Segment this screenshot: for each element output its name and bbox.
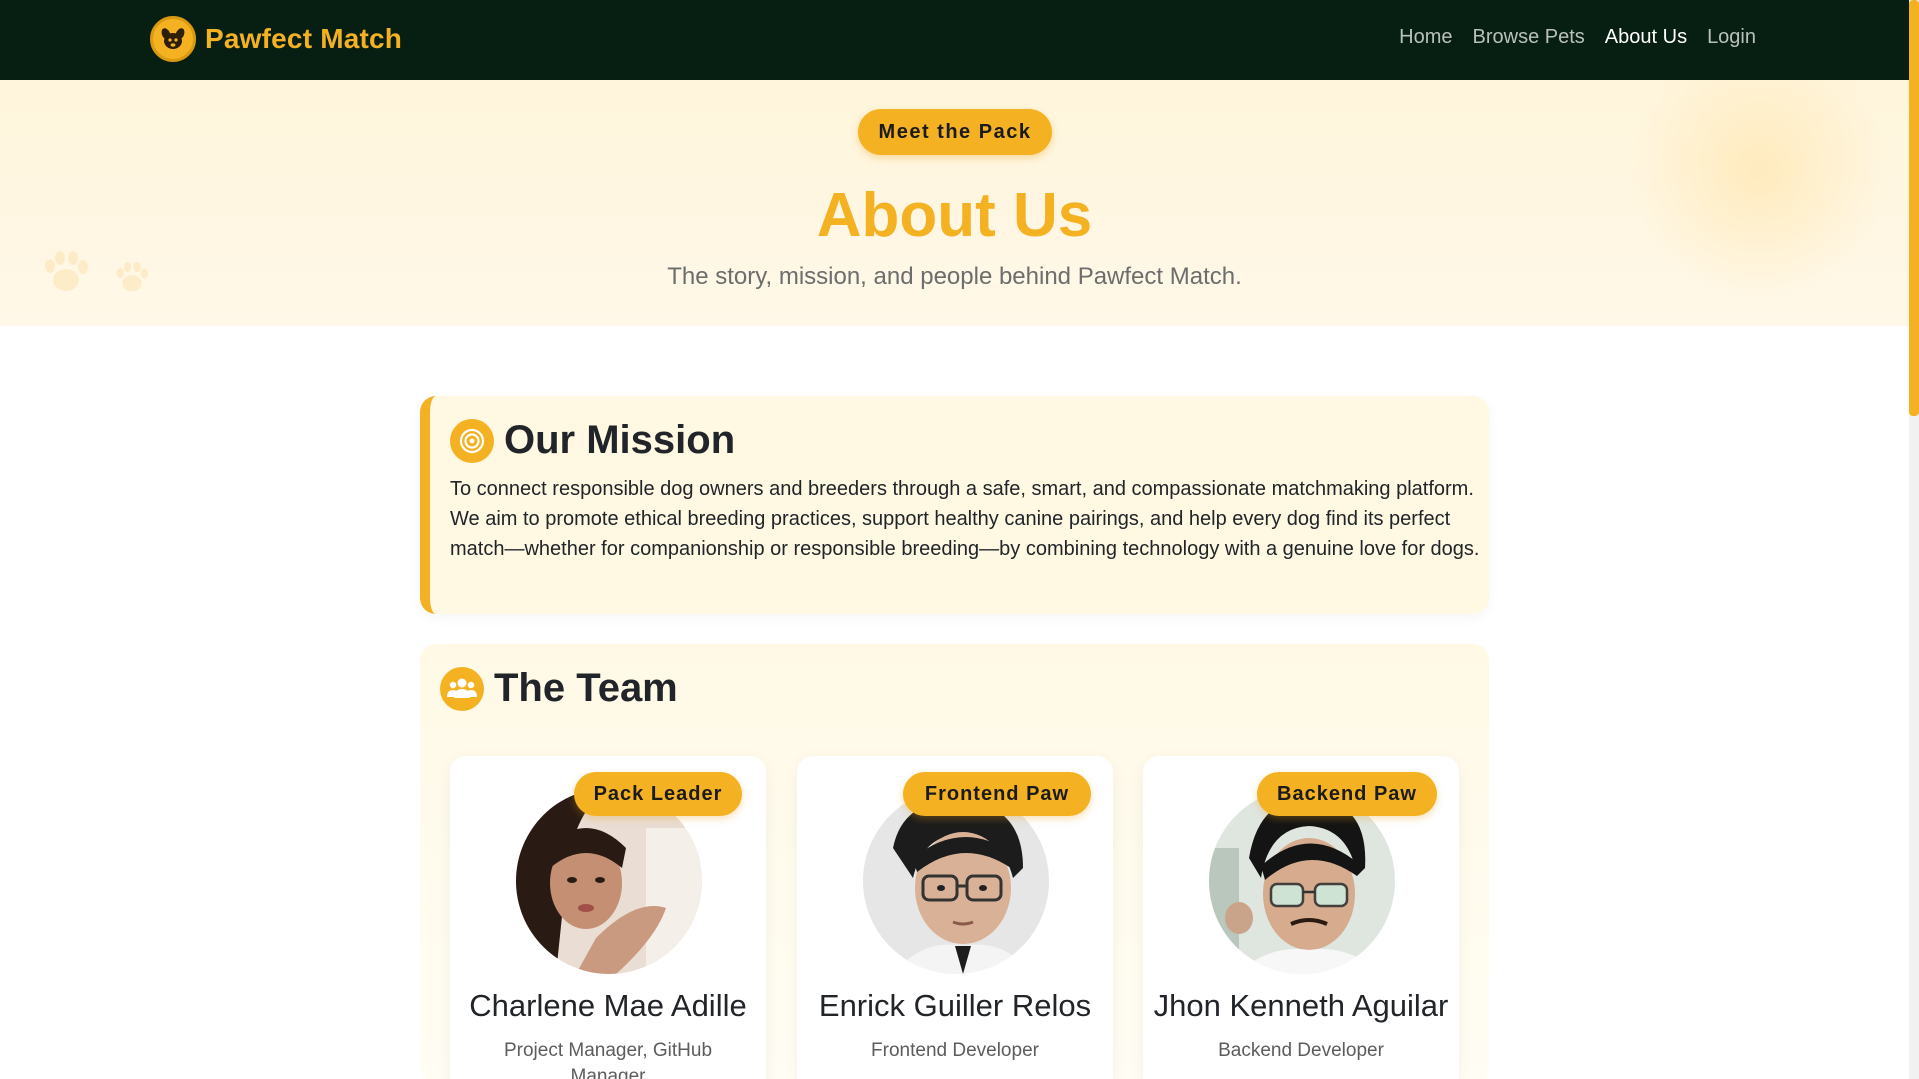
meet-the-pack-pill: Meet the Pack — [858, 109, 1052, 155]
page-scrollbar[interactable] — [1909, 0, 1919, 1079]
nav-link-login[interactable]: Login — [1707, 26, 1756, 49]
team-member-card: Pack Leader Charlene Mae Adille Project … — [450, 756, 766, 1079]
navbar: Pawfect Match Home Browse Pets About Us … — [0, 0, 1909, 80]
team-member-card: Backend Paw Jhon Kenneth Aguilar Backend… — [1143, 756, 1459, 1079]
member-badge: Pack Leader — [574, 772, 742, 816]
users-icon — [440, 666, 484, 711]
mission-header: Our Mission — [450, 418, 735, 463]
page-subtitle: The story, mission, and people behind Pa… — [667, 263, 1242, 290]
member-name: Charlene Mae Adille — [469, 988, 747, 1023]
member-badge: Frontend Paw — [903, 772, 1091, 816]
nav-link-browse-pets[interactable]: Browse Pets — [1473, 26, 1585, 49]
brand-name: Pawfect Match — [205, 23, 403, 54]
scrollbar-thumb[interactable] — [1909, 0, 1919, 416]
dog-logo-icon — [150, 16, 196, 62]
member-role: Frontend Developer — [871, 1040, 1039, 1061]
member-name: Enrick Guiller Relos — [818, 988, 1092, 1023]
member-role: Project Manager, GitHub Manager — [503, 1040, 713, 1079]
member-name: Jhon Kenneth Aguilar — [1153, 988, 1449, 1023]
team-section: The Team Pack Leader Charlene Mae Adille… — [420, 644, 1489, 1079]
mission-card: Our Mission To connect responsible dog o… — [420, 396, 1489, 614]
team-title: The Team — [494, 666, 678, 710]
mission-title: Our Mission — [504, 418, 736, 462]
nav-links: Home Browse Pets About Us Login — [1399, 26, 1756, 49]
member-role: Backend Developer — [1218, 1040, 1384, 1061]
page-title: About Us — [816, 181, 1093, 250]
mission-text: To connect responsible dog owners and br… — [450, 478, 1480, 560]
target-icon — [450, 418, 494, 463]
brand-link[interactable]: Pawfect Match — [150, 16, 402, 62]
member-badge: Backend Paw — [1257, 772, 1437, 816]
team-member-card: Frontend Paw Enrick Guiller Relos Fronte… — [797, 756, 1113, 1079]
hero-section: Meet the Pack About Us The story, missio… — [0, 80, 1909, 326]
team-header: The Team — [440, 666, 678, 711]
nav-link-home[interactable]: Home — [1399, 26, 1452, 49]
nav-link-about-us[interactable]: About Us — [1605, 26, 1687, 49]
